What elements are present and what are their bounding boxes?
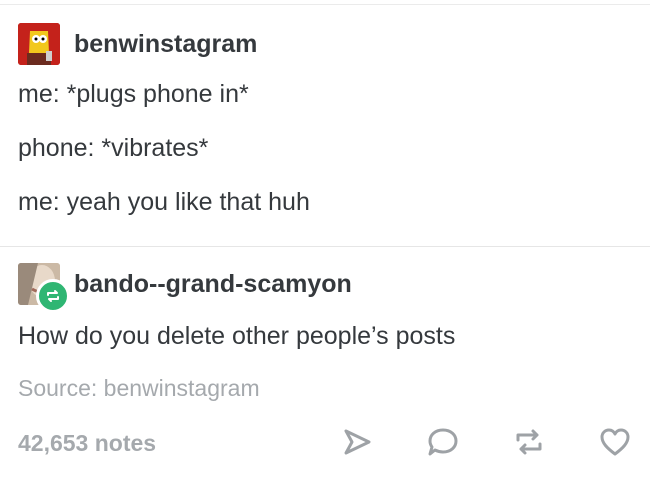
post-body: me: *plugs phone in* phone: *vibrates* m…: [18, 79, 650, 217]
avatar[interactable]: [18, 263, 70, 313]
reblog-post: bando--grand-scamyon How do you delete o…: [18, 262, 650, 402]
share-icon: [344, 429, 371, 455]
heart-icon: [600, 428, 630, 456]
reblog-header: bando--grand-scamyon: [18, 262, 650, 313]
original-post: benwinstagram me: *plugs phone in* phone…: [18, 22, 650, 217]
reblog-icon: [516, 429, 542, 455]
post-divider: [0, 246, 650, 247]
reblog-text: How do you delete other people’s posts: [18, 322, 456, 350]
post-line: me: yeah you like that huh: [18, 188, 310, 216]
source-link[interactable]: Source: benwinstagram: [18, 375, 650, 402]
top-divider: [0, 4, 650, 5]
post-actions: [336, 421, 636, 463]
post-username[interactable]: benwinstagram: [74, 30, 257, 59]
notes-count[interactable]: 42,653 notes: [18, 430, 156, 457]
post-line: phone: *vibrates*: [18, 134, 209, 162]
cartoon-avatar-icon: [18, 23, 60, 65]
like-button[interactable]: [594, 421, 636, 463]
reply-icon: [428, 428, 458, 456]
reblog-button[interactable]: [508, 421, 550, 463]
reply-button[interactable]: [422, 421, 464, 463]
reblog-small-icon: [47, 290, 59, 302]
reblog-username[interactable]: bando--grand-scamyon: [74, 270, 352, 299]
post-header: benwinstagram: [18, 22, 650, 66]
share-button[interactable]: [336, 421, 378, 463]
reblog-badge: [36, 279, 70, 313]
avatar[interactable]: [18, 23, 60, 65]
post-line: me: *plugs phone in*: [18, 80, 249, 108]
